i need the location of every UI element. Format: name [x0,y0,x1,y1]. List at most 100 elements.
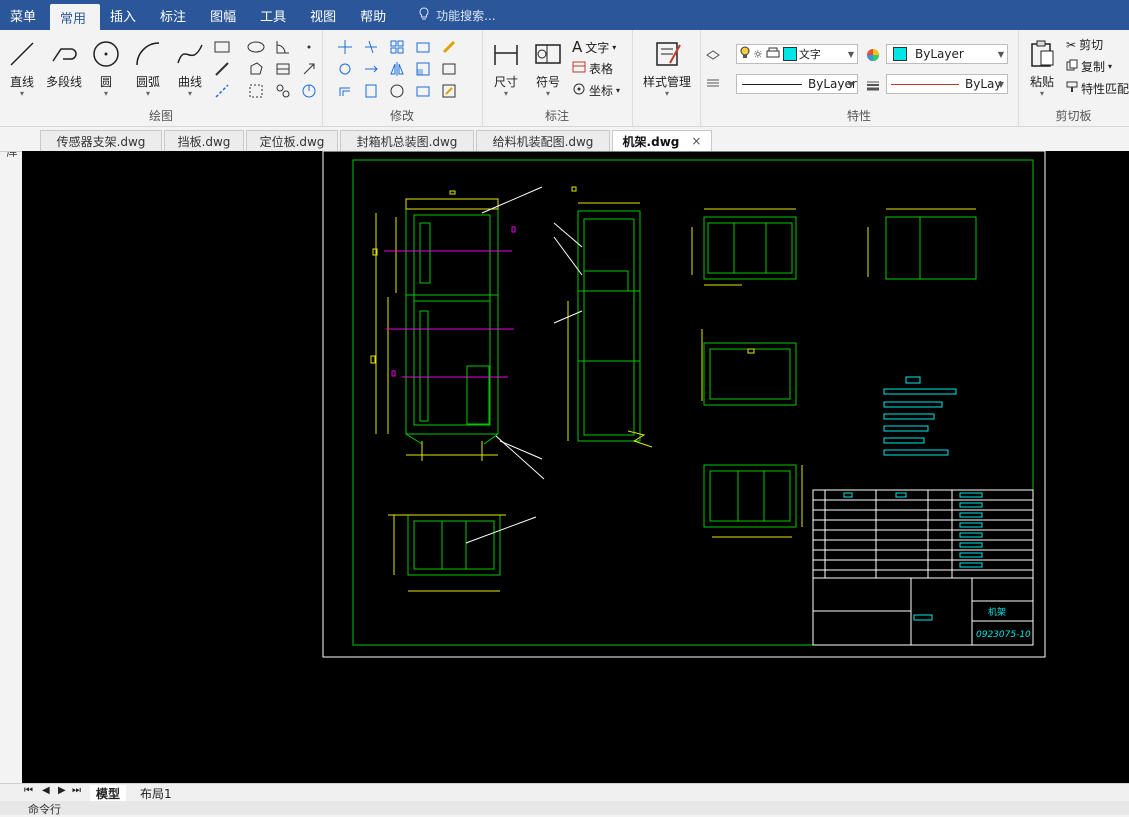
polyline-label: 多段线 [45,75,82,89]
color-value: ByLayer [915,47,964,61]
cad-drawing: 机架 0923075-10 [322,151,1046,658]
pencil-icon[interactable] [213,60,231,78]
layer-color-swatch [782,47,797,61]
feature-search[interactable]: 功能搜索... [400,0,496,30]
match-properties-label: 特性匹配 [1081,82,1129,96]
nav-first-icon[interactable]: ⏮ [24,785,33,796]
trim-icon[interactable] [362,38,380,56]
drawing-canvas[interactable]: 机架 0923075-10 [22,151,1129,783]
annotate-group-title: 标注 [544,109,569,123]
point-icon[interactable] [300,38,318,56]
tab-tools[interactable]: 工具 [250,0,300,30]
table-button[interactable]: 表格 [572,60,613,77]
dimension-icon [486,36,526,72]
linetype-combo[interactable]: ByLayer ▼ [736,74,858,94]
color-combo[interactable]: ByLayer ▼ [886,44,1008,64]
style-manager-button[interactable]: 样式管理 ▾ [636,36,698,98]
revcloud-icon[interactable] [300,82,318,100]
list-icon[interactable] [704,74,722,92]
clipboard-group: 粘贴 ▾ ✂ 剪切 复制 ▾ 特性匹配 剪切板 [1018,30,1129,126]
scale-icon[interactable] [414,60,432,78]
match-properties-button[interactable]: 特性匹配 [1066,80,1129,97]
erase-brush-icon[interactable] [440,38,458,56]
close-icon[interactable]: × [691,134,701,148]
linetype-sample-icon [742,83,802,85]
symbol-button[interactable]: 符号 ▾ [528,36,568,98]
layer-icon[interactable] [704,44,722,62]
ellipse-icon[interactable] [247,38,265,56]
command-line[interactable]: 命令行 [0,801,1129,816]
arc-icon [128,36,168,72]
properties-edit-icon[interactable] [440,82,458,100]
doc-tab-feeder-assembly[interactable]: 给料机装配图.dwg [476,130,610,151]
lineweight-combo[interactable]: ByLay ▼ [886,74,1008,94]
model-tab[interactable]: 模型 [90,785,127,801]
stretch-icon[interactable] [440,60,458,78]
hatch-icon[interactable] [247,82,265,100]
line-button[interactable]: 直线 ▾ [2,36,42,98]
tab-sheet[interactable]: 图幅 [200,0,250,30]
text-button[interactable]: A 文字 ▾ [572,38,616,56]
offset-icon[interactable] [336,82,354,100]
symbol-icon [528,36,568,72]
title-block-fields [843,492,983,621]
break-icon[interactable] [414,82,432,100]
tab-view[interactable]: 视图 [300,0,350,30]
explode-icon[interactable] [362,82,380,100]
nav-last-icon[interactable]: ⏭ [72,785,81,796]
tab-insert[interactable]: 插入 [100,0,150,30]
cursor-arrow-icon[interactable] [300,60,318,78]
layout1-tab[interactable]: 布局1 [134,785,178,801]
clipboard-group-title: 剪切板 [1055,109,1092,123]
text-a-icon: A [572,38,583,56]
rotate-icon[interactable] [336,60,354,78]
front-view-centerlines [384,226,516,378]
paste-button[interactable]: 粘贴 ▾ [1022,36,1062,98]
top-view [703,216,797,280]
nav-prev-icon[interactable]: ◀ [42,785,50,796]
paste-label: 粘贴 [1029,75,1054,89]
arc-button[interactable]: 圆弧 ▾ [128,36,168,98]
tab-help[interactable]: 帮助 [350,0,400,30]
array-icon[interactable] [388,38,406,56]
lineweight-icon[interactable] [864,76,882,94]
tab-annotate[interactable]: 标注 [150,0,200,30]
rectangle-icon[interactable] [213,38,231,56]
nav-next-icon[interactable]: ▶ [58,785,66,796]
plan-view-small [885,216,977,280]
table-label: 表格 [589,62,614,76]
region-icon[interactable] [247,60,265,78]
extend-icon[interactable] [362,60,380,78]
copy-button[interactable]: 复制 ▾ [1066,58,1112,75]
sheet-border [322,151,1046,658]
coord-button[interactable]: 坐标 ▾ [572,82,620,99]
doc-tab-sealer-assembly[interactable]: 封箱机总装图.dwg [340,130,474,151]
cut-label: 剪切 [1079,38,1104,52]
tab-home[interactable]: 常用 [50,4,101,30]
arc-label: 圆弧 [135,75,160,89]
angle-icon[interactable] [274,38,292,56]
menu-main[interactable]: 菜单 [0,0,50,30]
construction-line-icon[interactable] [213,82,231,100]
dimension-button[interactable]: 尺寸 ▾ [486,36,526,98]
printer-icon [766,47,780,62]
doc-tab-baffle[interactable]: 挡板.dwg [164,130,244,151]
bottom-middle-view [703,464,797,528]
mirror-icon[interactable] [388,60,406,78]
circle-button[interactable]: 圆 ▾ [86,36,126,98]
layout-bar: ⏮ ◀ ▶ ⏭ 模型 布局1 [0,783,1129,802]
cut-button[interactable]: ✂ 剪切 [1066,36,1103,53]
doc-tab-locating-plate[interactable]: 定位板.dwg [246,130,338,151]
block-icon[interactable] [274,82,292,100]
move-icon[interactable] [336,38,354,56]
copy-object-icon[interactable] [414,38,432,56]
polyline-button[interactable]: 多段线 [42,36,86,90]
doc-tab-frame[interactable]: 机架.dwg × [612,130,712,151]
layer-state-combo[interactable]: ☼ 文字 ▼ [736,44,858,64]
drawing-title-text: 机架 [988,606,1006,618]
color-wheel-icon[interactable] [864,46,882,64]
table-draw-icon[interactable] [274,60,292,78]
curve-button[interactable]: 曲线 ▾ [170,36,210,98]
doc-tab-sensor-bracket[interactable]: 传感器支架.dwg [40,130,162,151]
fillet-icon[interactable] [388,82,406,100]
